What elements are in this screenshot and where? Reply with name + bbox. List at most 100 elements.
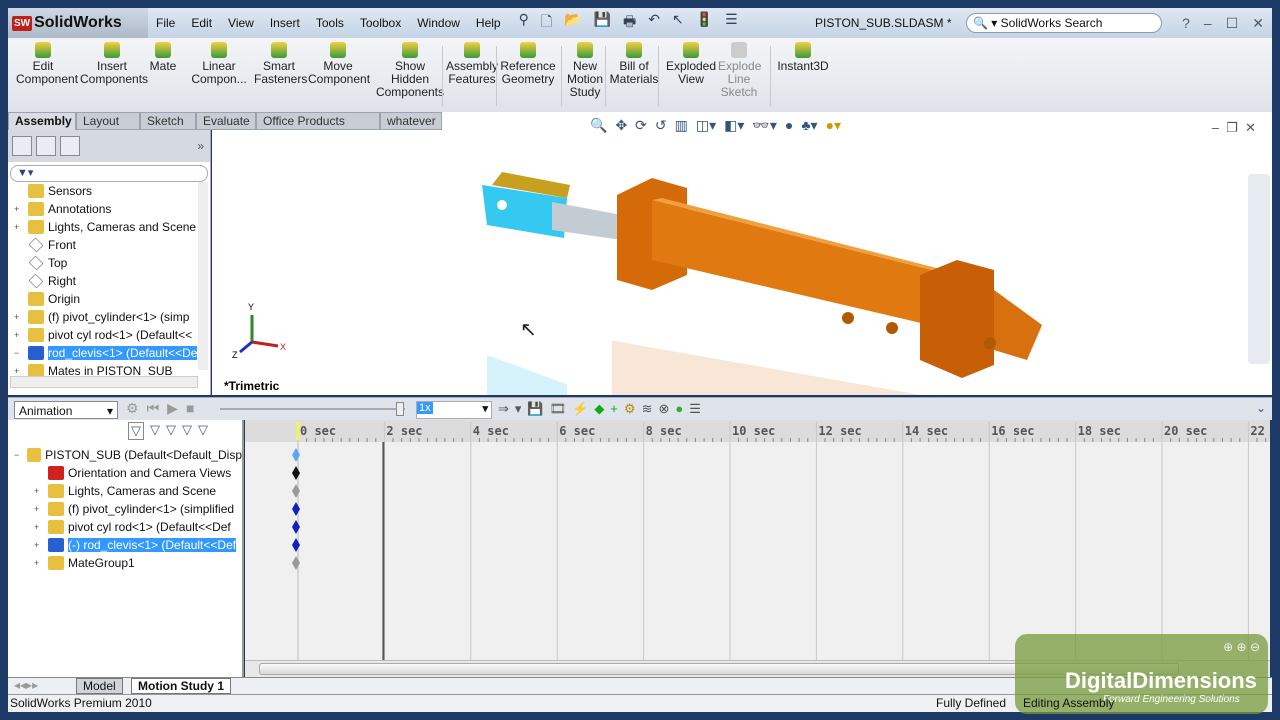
zoom-in-timeline-icon[interactable]: ⊕: [1237, 640, 1247, 654]
graphics-viewport[interactable]: Y X Z ↖ *Trimetric – ❐ ✕: [212, 120, 1272, 472]
task-pane-tabs[interactable]: [1248, 174, 1270, 364]
motion-tree-item[interactable]: Orientation and Camera Views: [8, 464, 242, 482]
results-icon[interactable]: ☰: [689, 401, 707, 416]
motion-tree-item[interactable]: + pivot cyl rod<1> (Default<<Def: [8, 518, 242, 536]
open-icon[interactable]: 📂: [564, 11, 581, 35]
tree-item[interactable]: + Lights, Cameras and Scene: [8, 218, 203, 236]
cmd-assembly-features[interactable]: Assembly Features: [446, 42, 498, 86]
select-icon[interactable]: ↖: [672, 11, 684, 35]
play-icon[interactable]: ▶: [167, 400, 186, 416]
cmd-exploded-view[interactable]: Exploded View: [663, 42, 719, 86]
tree-item[interactable]: + (f) pivot_cylinder<1> (simp: [8, 308, 203, 326]
menu-help[interactable]: Help: [476, 16, 501, 30]
tab-scroll-arrows[interactable]: ◂◂▸▸: [8, 678, 70, 694]
cmd-paperclip[interactable]: Mate: [148, 42, 178, 73]
menu-window[interactable]: Window: [417, 16, 460, 30]
view-orientation-icon[interactable]: ◫▾: [696, 117, 716, 134]
zoom-fit-timeline-icon[interactable]: ⊕: [1223, 640, 1233, 654]
viewport-restore-icon[interactable]: ❐: [1226, 120, 1238, 135]
cmd-smart-fasteners[interactable]: Smart Fasteners: [254, 42, 307, 86]
expand-toggle[interactable]: +: [34, 558, 44, 568]
motor-icon[interactable]: ⚙: [624, 401, 642, 416]
pan-icon[interactable]: ✥: [615, 117, 627, 134]
cmd-move-component[interactable]: Move Component: [308, 42, 370, 86]
play-from-start-icon[interactable]: ⏮: [147, 400, 168, 416]
tree-item[interactable]: + Annotations: [8, 200, 203, 218]
minimize-button[interactable]: –: [1204, 15, 1212, 32]
motion-tree-item[interactable]: + (-) rod_clevis<1> (Default<<Def: [8, 536, 242, 554]
tree-item[interactable]: Sensors: [8, 182, 203, 200]
tab-whatever[interactable]: whatever: [380, 112, 442, 130]
solidworks-logo[interactable]: SW SolidWorks: [8, 8, 148, 38]
hide-show-icon[interactable]: 👓▾: [752, 117, 776, 134]
expand-panel-icon[interactable]: »: [197, 139, 204, 153]
tab-evaluate[interactable]: Evaluate: [196, 112, 256, 130]
expand-toggle[interactable]: +: [34, 522, 44, 532]
filter-autokey-icon[interactable]: ▽: [198, 422, 208, 440]
menu-edit[interactable]: Edit: [191, 16, 212, 30]
filter-driving-icon[interactable]: ▽: [150, 422, 160, 440]
cmd-insert-components[interactable]: Insert Components: [80, 42, 148, 86]
tab-office-products[interactable]: Office Products: [256, 112, 380, 130]
cmd-show-hidden[interactable]: Show Hidden Components: [370, 42, 450, 99]
display-style-icon[interactable]: ◧▾: [724, 117, 744, 134]
feature-tree-tab-icon[interactable]: [12, 136, 32, 156]
expand-toggle[interactable]: +: [14, 222, 24, 232]
menu-insert[interactable]: Insert: [270, 16, 300, 30]
property-manager-tab-icon[interactable]: [36, 136, 56, 156]
rebuild-icon[interactable]: 🚦: [696, 11, 713, 35]
expand-toggle[interactable]: +: [14, 330, 24, 340]
tab-sketch[interactable]: Sketch: [140, 112, 196, 130]
expand-toggle[interactable]: +: [34, 504, 44, 514]
spring-icon[interactable]: ≋: [642, 401, 659, 416]
contact-icon[interactable]: ⊗: [658, 401, 675, 416]
bottom-tab-model[interactable]: Model: [76, 678, 123, 694]
tree-item[interactable]: − rod_clevis<1> (Default<<De: [8, 344, 203, 362]
realview-icon[interactable]: ●▾: [826, 117, 841, 134]
gravity-icon[interactable]: ●: [675, 401, 689, 416]
playback-slider[interactable]: [220, 408, 405, 410]
cmd-reference-geometry[interactable]: Reference Geometry: [500, 42, 556, 86]
cmd-bom[interactable]: Bill of Materials: [609, 42, 659, 86]
maximize-button[interactable]: ☐: [1226, 15, 1239, 32]
configuration-tab-icon[interactable]: [60, 136, 80, 156]
motion-tree-item[interactable]: + Lights, Cameras and Scene: [8, 482, 242, 500]
options-icon[interactable]: ☰: [725, 11, 738, 35]
rear-clevis[interactable]: [994, 290, 1042, 360]
keyframe-diamond[interactable]: [292, 520, 300, 534]
tree-item[interactable]: Front: [8, 236, 203, 254]
keyframe-diamond[interactable]: [292, 448, 300, 462]
expand-toggle[interactable]: +: [34, 540, 44, 550]
tree-horizontal-scrollbar[interactable]: [10, 376, 198, 388]
filter-animated-icon[interactable]: ▽: [128, 422, 144, 440]
undo-icon[interactable]: ↶: [648, 11, 660, 35]
motion-tree-item[interactable]: + MateGroup1: [8, 554, 242, 572]
expand-toggle[interactable]: +: [14, 366, 24, 376]
previous-view-icon[interactable]: ↺: [655, 117, 667, 134]
animation-wizard-icon[interactable]: 🎞: [550, 401, 573, 416]
menu-file[interactable]: File: [156, 16, 175, 30]
expand-toggle[interactable]: +: [34, 486, 44, 496]
keyframe-diamond[interactable]: [292, 484, 300, 498]
viewport-close-icon[interactable]: ✕: [1245, 120, 1256, 135]
study-type-select[interactable]: Animation ▾: [14, 401, 118, 419]
scene-icon[interactable]: ♣▾: [801, 117, 817, 134]
menu-toolbox[interactable]: Toolbox: [360, 16, 401, 30]
collapse-motion-manager-icon[interactable]: ⌄: [1256, 401, 1266, 415]
tree-item[interactable]: + pivot cyl rod<1> (Default<<: [8, 326, 203, 344]
stop-icon[interactable]: ■: [186, 400, 202, 416]
tree-item[interactable]: Right: [8, 272, 203, 290]
playback-mode-icon[interactable]: ⇒▾: [498, 401, 527, 416]
search-input[interactable]: 🔍 ▾ SolidWorks Search: [966, 13, 1162, 33]
tree-vertical-scrollbar[interactable]: [198, 182, 208, 370]
tab-layout[interactable]: Layout: [76, 112, 140, 130]
piston-model[interactable]: Y X Z ↖ *Trimetric: [212, 130, 1272, 472]
keyframe-diamond[interactable]: [292, 556, 300, 570]
timeline[interactable]: 0 sec 2 sec 4 sec 6 sec 8 sec 10 sec 12 sec 14 …: [245, 420, 1275, 660]
motion-tree-item[interactable]: − PISTON_SUB (Default<Default_Disp: [8, 446, 242, 464]
expand-toggle[interactable]: −: [14, 348, 24, 358]
tree-item[interactable]: Top: [8, 254, 203, 272]
zoom-out-timeline-icon[interactable]: ⊖: [1250, 640, 1260, 654]
keyframe-diamond[interactable]: [292, 538, 300, 552]
filter-selected-icon[interactable]: ▽: [166, 422, 176, 440]
